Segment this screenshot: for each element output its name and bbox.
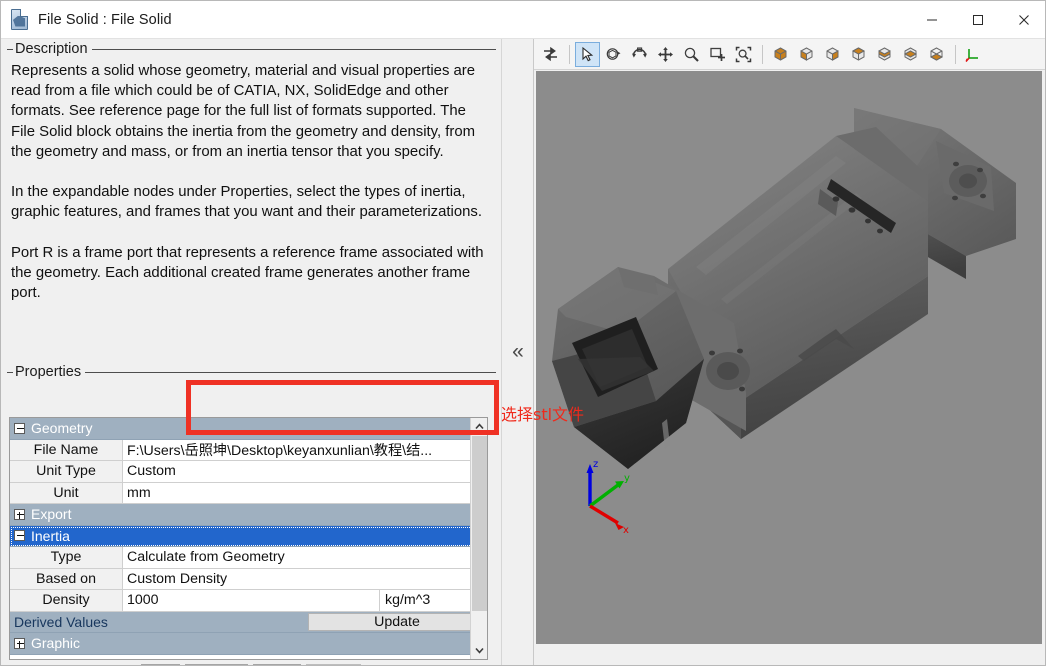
window-title: File Solid : File Solid: [38, 11, 172, 28]
property-label: Type: [10, 547, 123, 569]
property-label: Unit: [10, 482, 123, 504]
close-button[interactable]: [1001, 1, 1045, 39]
view-right-icon[interactable]: [872, 42, 897, 67]
property-row[interactable]: Based on Custom Density: [10, 568, 487, 590]
description-group-label: Description: [13, 41, 92, 57]
view-top-icon[interactable]: [898, 42, 923, 67]
fit-to-view-icon[interactable]: [731, 42, 756, 67]
maximize-button[interactable]: [955, 1, 1001, 39]
property-value-text: Calculate from Geometry: [127, 549, 285, 566]
property-row[interactable]: Density 1000 kg/m^3: [10, 590, 487, 612]
select-arrow-icon[interactable]: [575, 41, 600, 67]
collapse-panel-button[interactable]: «: [506, 331, 530, 371]
property-row[interactable]: Export: [10, 504, 487, 526]
property-value-text: F:\Users\岳照坤\Desktop\keyanxunlian\教程\结..…: [127, 442, 433, 459]
properties-group: Properties Geometry File Name F:\Users\岳照坤…: [7, 364, 496, 660]
3d-viewport[interactable]: z y x: [536, 71, 1042, 644]
property-label: File Name: [10, 439, 123, 461]
viewer-panel: z y x: [533, 39, 1045, 665]
property-row[interactable]: Derived Values Update: [10, 611, 487, 633]
property-unit-text: kg/m^3: [385, 592, 431, 609]
property-label: Unit Type: [10, 461, 123, 483]
property-category-geometry[interactable]: Geometry: [10, 418, 487, 440]
expand-icon[interactable]: [14, 508, 25, 520]
property-row[interactable]: File Name F:\Users\岳照坤\Desktop\keyanxunli…: [10, 439, 487, 461]
property-label: Density: [10, 590, 123, 612]
property-label: Based on: [10, 568, 123, 590]
category-label: Export: [31, 506, 72, 523]
pan-icon[interactable]: [653, 42, 678, 67]
property-value-density[interactable]: 1000: [123, 590, 379, 612]
properties-group-label: Properties: [13, 364, 86, 380]
category-label: Geometry: [31, 420, 93, 437]
property-value-based-on[interactable]: Custom Density: [123, 568, 487, 590]
svg-text:x: x: [623, 525, 629, 536]
viewer-toolbar: [534, 39, 1045, 70]
properties-scrollbar[interactable]: [470, 418, 487, 659]
category-label: Inertia: [31, 527, 70, 544]
svg-text:y: y: [624, 473, 630, 484]
derived-values-row[interactable]: Derived Values Update: [10, 611, 487, 633]
property-value-file-name[interactable]: F:\Users\岳照坤\Desktop\keyanxunlian\教程\结..…: [123, 439, 487, 461]
left-panel: Description Represents a solid whose geo…: [1, 39, 501, 665]
swap-view-icon[interactable]: [538, 42, 563, 67]
view-left-icon[interactable]: [846, 42, 871, 67]
property-value-text: 1000: [127, 592, 159, 609]
title-bar: File Solid : File Solid: [1, 1, 1045, 39]
view-back-icon[interactable]: [820, 42, 845, 67]
property-row[interactable]: Type Calculate from Geometry: [10, 547, 487, 569]
property-value-type[interactable]: Calculate from Geometry: [123, 547, 487, 569]
view-front-icon[interactable]: [794, 42, 819, 67]
property-value-unit-type[interactable]: Custom: [123, 461, 487, 483]
property-row[interactable]: Geometry: [10, 418, 487, 440]
collapse-icon[interactable]: [14, 422, 25, 434]
rotate-view-icon[interactable]: [601, 42, 626, 67]
dialog-button-row: OK Cancel Help Apply: [1, 649, 501, 665]
properties-table[interactable]: Geometry File Name F:\Users\岳照坤\Desktop\ke…: [9, 417, 488, 660]
toolbar-separator: [955, 44, 956, 64]
derived-values-label-cell[interactable]: Derived Values: [10, 612, 307, 633]
property-value-text: Custom Density: [127, 570, 228, 587]
description-group: Description Represents a solid whose geo…: [7, 41, 496, 364]
orbit-icon[interactable]: [627, 42, 652, 67]
axis-triad: z y x: [586, 459, 630, 536]
panel-splitter[interactable]: «: [501, 39, 533, 665]
property-row[interactable]: Unit Type Custom: [10, 461, 487, 483]
zoom-box-icon[interactable]: [705, 42, 730, 67]
property-category-inertia[interactable]: Inertia: [10, 525, 487, 547]
toolbar-separator: [569, 44, 570, 64]
property-value-text: Custom: [127, 463, 176, 480]
zoom-icon[interactable]: [679, 42, 704, 67]
toolbar-separator: [762, 44, 763, 64]
property-value-unit[interactable]: mm: [123, 482, 487, 504]
window-controls: [909, 1, 1045, 39]
derived-values-label: Derived Values: [14, 613, 108, 630]
description-text: Represents a solid whose geometry, mater…: [11, 63, 484, 302]
property-category-export[interactable]: Export: [10, 504, 487, 526]
collapse-icon[interactable]: [14, 530, 25, 542]
file-solid-dialog: File Solid : File Solid Description Repr…: [0, 0, 1046, 666]
scroll-up-arrow-icon[interactable]: [471, 418, 487, 435]
minimize-button[interactable]: [909, 1, 955, 39]
view-bottom-icon[interactable]: [924, 42, 949, 67]
properties-scroll-thumb[interactable]: [472, 436, 487, 611]
file-solid-icon: [10, 8, 30, 31]
property-row[interactable]: Inertia: [10, 525, 487, 547]
view-isometric-icon[interactable]: [768, 42, 793, 67]
property-row[interactable]: Unit mm: [10, 482, 487, 504]
viewport-horizontal-scrollbar[interactable]: [536, 650, 1042, 665]
expand-icon[interactable]: [14, 637, 25, 649]
update-button[interactable]: Update: [308, 612, 486, 631]
3d-model: z y x: [552, 108, 1016, 536]
show-frames-icon[interactable]: [961, 42, 986, 67]
property-value-text: mm: [127, 484, 151, 501]
svg-text:z: z: [593, 459, 598, 470]
